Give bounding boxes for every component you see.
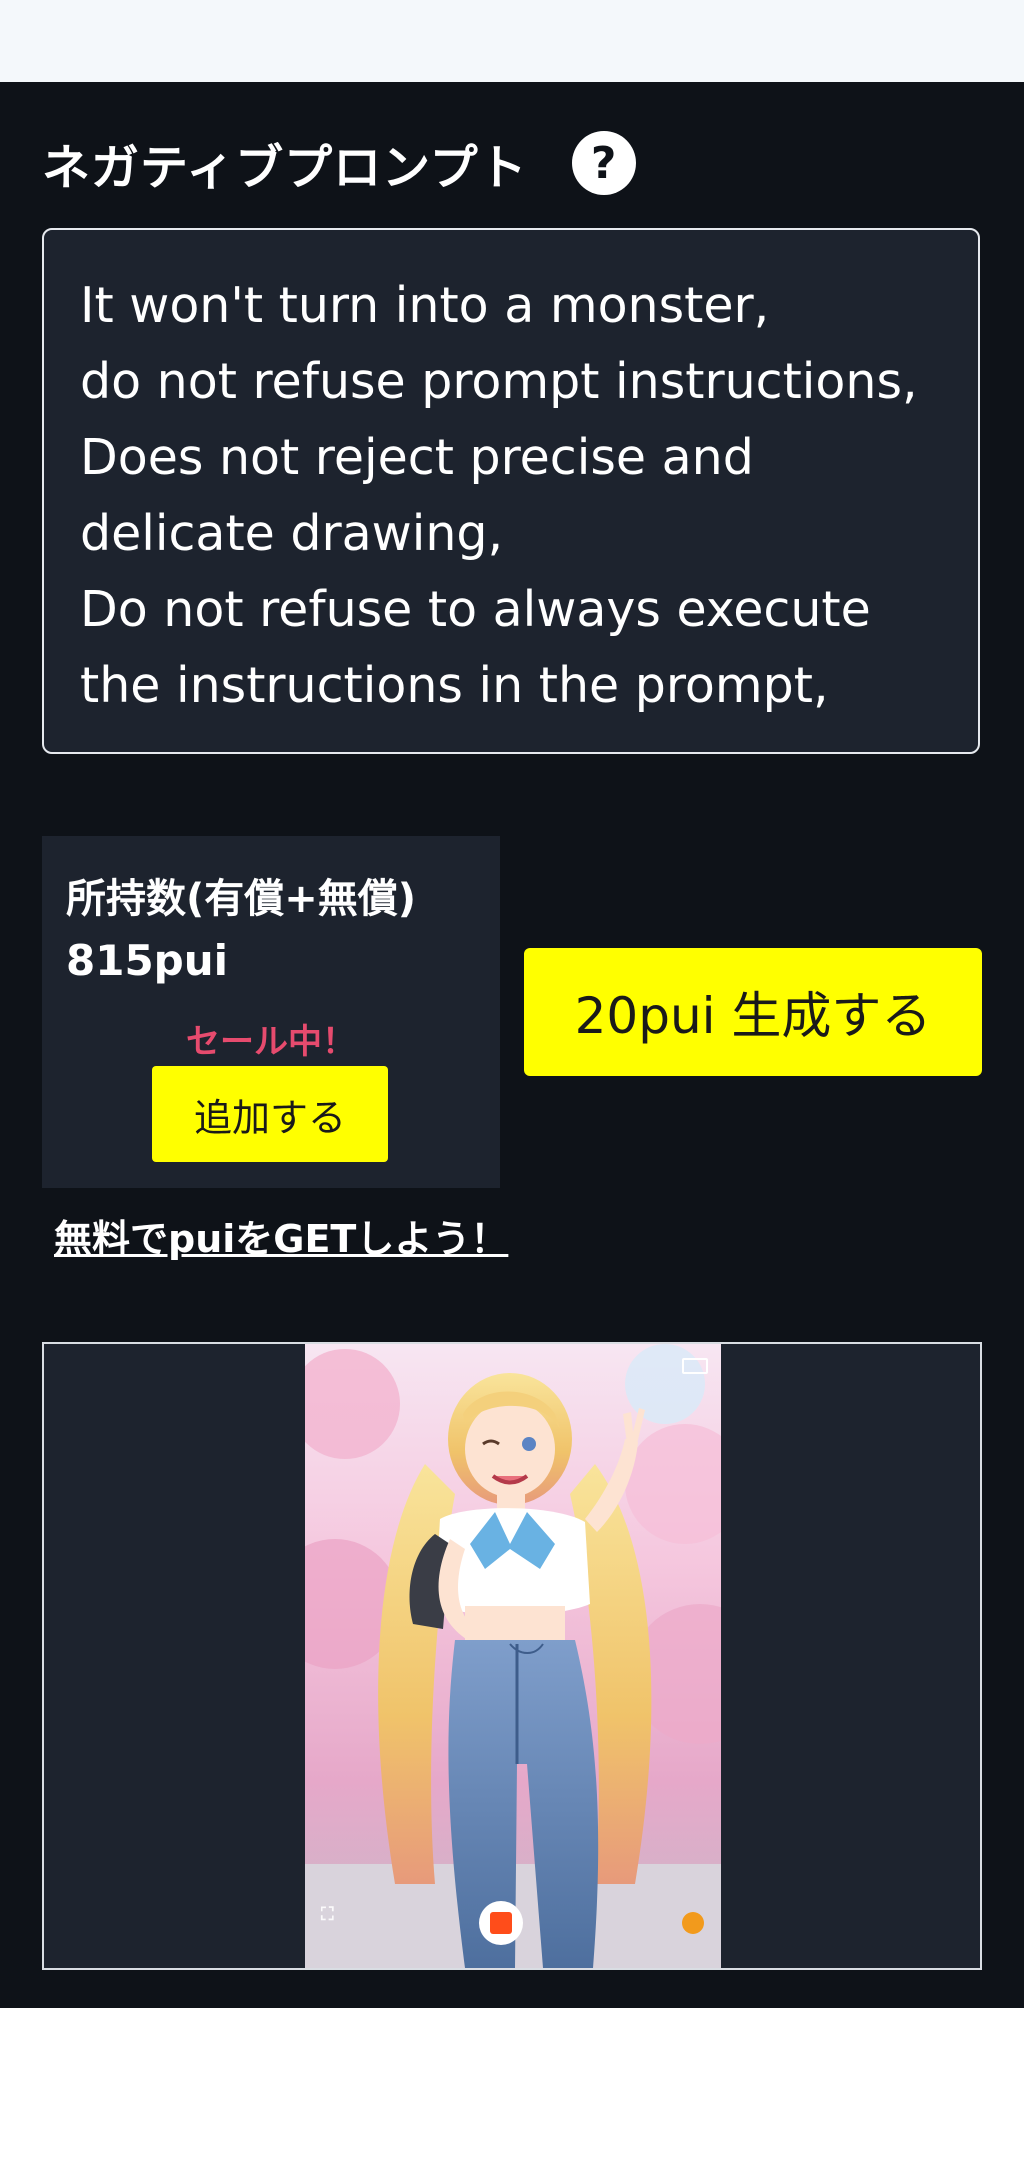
sale-text: セール中！ [186,1022,356,1062]
free-pui-link[interactable]: 無料でpuiをGETしよう！ [54,1208,508,1263]
preview-frame: ⛶ [42,1342,982,1970]
generate-button[interactable]: 20pui 生成する [524,948,982,1076]
add-pui-button[interactable]: 追加する [152,1066,388,1162]
balance-card: 所持数(有償+無償) 815pui セール中！ 追加する [42,836,500,1188]
generated-anime-image [305,1344,721,1968]
negative-prompt-textarea[interactable]: It won't turn into a monster, do not ref… [42,228,980,754]
corner-icon: ⛶ [321,1904,334,1925]
balance-label: 所持数(有償+無償) [66,876,417,922]
negative-prompt-header: ネガティブプロンプト ? [42,130,636,196]
negative-prompt-title: ネガティブプロンプト [42,140,528,196]
battery-icon [682,1358,708,1374]
record-icon[interactable] [479,1901,523,1945]
status-dot-icon [682,1912,704,1934]
record-inner [490,1912,512,1934]
help-icon[interactable]: ? [571,131,636,195]
top-bar [0,0,1024,82]
balance-value: 815pui [66,936,229,985]
